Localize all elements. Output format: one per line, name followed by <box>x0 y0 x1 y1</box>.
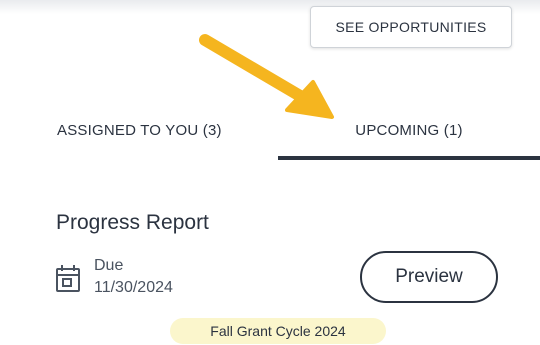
due-date: 11/30/2024 <box>94 279 173 296</box>
tab-upcoming[interactable]: UPCOMING (1) <box>278 104 540 156</box>
grant-cycle-badge: Fall Grant Cycle 2024 <box>170 318 386 344</box>
active-tab-indicator <box>278 156 540 160</box>
tab-assigned-to-you[interactable]: ASSIGNED TO YOU (3) <box>57 104 222 156</box>
card-title: Progress Report <box>56 211 209 234</box>
tab-bar: ASSIGNED TO YOU (3) UPCOMING (1) <box>0 104 540 160</box>
calendar-icon <box>56 265 80 292</box>
due-label: Due <box>94 257 124 274</box>
preview-button[interactable]: Preview <box>360 251 498 303</box>
